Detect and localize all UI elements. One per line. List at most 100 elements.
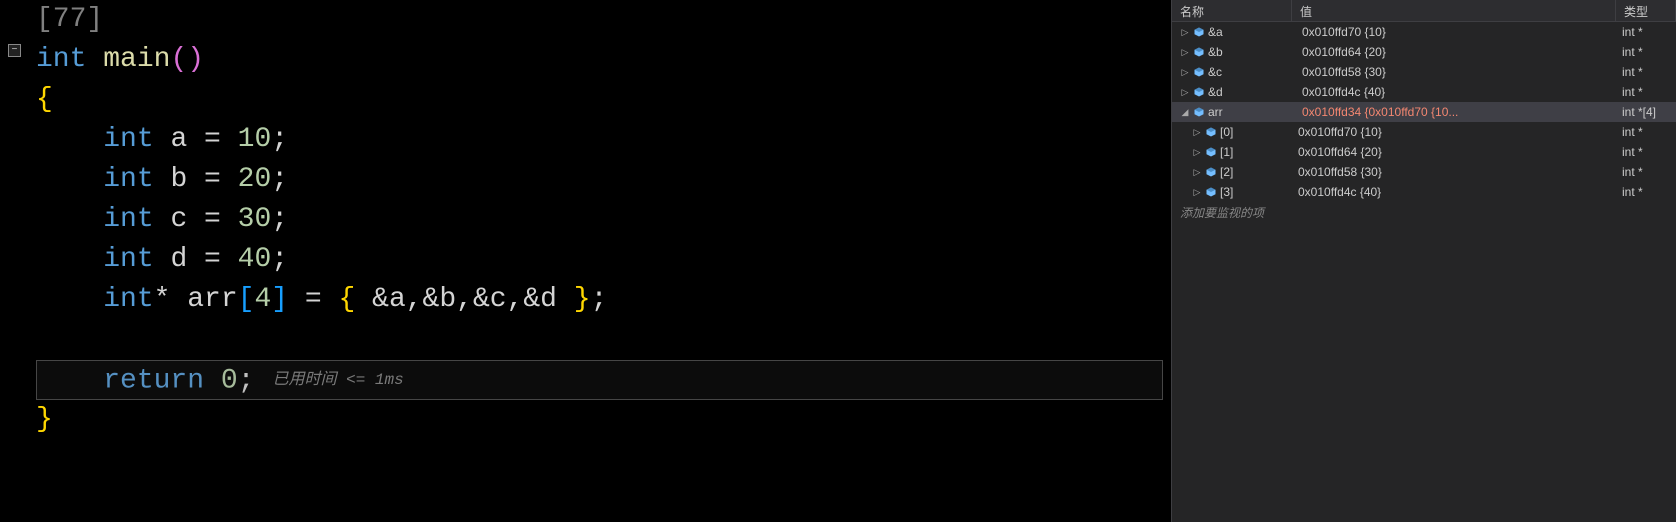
code-token: ; bbox=[591, 284, 608, 315]
watch-cell-value: 0x010ffd34 {0x010ffd70 {10... bbox=[1296, 105, 1616, 119]
code-token bbox=[86, 44, 103, 75]
watch-row[interactable]: ▷ [2] 0x010ffd58 {30}int * bbox=[1172, 162, 1676, 182]
expand-arrow-icon[interactable]: ▷ bbox=[1180, 27, 1190, 37]
code-token: c = bbox=[170, 204, 237, 235]
code-line[interactable]: int d = 40; bbox=[36, 240, 1163, 280]
watch-panel: 名称 值 类型 ▷&a0x010ffd70 {10}int *▷&b0x010f… bbox=[1171, 0, 1676, 522]
watch-cell-type: int *[4] bbox=[1616, 105, 1676, 119]
watch-cell-type: int * bbox=[1616, 165, 1676, 179]
code-token: int bbox=[103, 204, 153, 235]
watch-row[interactable]: ▷&d0x010ffd4c {40}int * bbox=[1172, 82, 1676, 102]
expand-arrow-icon[interactable]: ▷ bbox=[1192, 167, 1202, 177]
watch-var-name: &c bbox=[1208, 65, 1222, 79]
watch-cell-value: 0x010ffd64 {20} bbox=[1292, 145, 1616, 159]
code-token: 40 bbox=[238, 244, 272, 275]
code-line[interactable]: { bbox=[36, 80, 1163, 120]
code-token: a = bbox=[170, 124, 237, 155]
code-line[interactable]: int a = 10; bbox=[36, 120, 1163, 160]
watch-cell-value: 0x010ffd58 {30} bbox=[1296, 65, 1616, 79]
watch-row[interactable]: ◢ arr 0x010ffd34 {0x010ffd70 {10...int *[4… bbox=[1172, 102, 1676, 122]
code-line[interactable]: int b = 20; bbox=[36, 160, 1163, 200]
code-editor-pane[interactable]: − [77] int main(){ int a = 10; int b = 2… bbox=[0, 0, 1171, 522]
code-token: 30 bbox=[238, 204, 272, 235]
code-line[interactable]: int c = 30; bbox=[36, 200, 1163, 240]
code-token: ; bbox=[271, 204, 288, 235]
expand-arrow-icon[interactable]: ▷ bbox=[1192, 187, 1202, 197]
code-token: * bbox=[154, 284, 188, 315]
code-token: [ bbox=[238, 284, 255, 315]
watch-add-item[interactable]: 添加要监视的项 bbox=[1172, 202, 1676, 222]
editor-gutter: − bbox=[0, 0, 28, 522]
code-token bbox=[154, 164, 171, 195]
watch-var-name: [3] bbox=[1220, 185, 1233, 199]
watch-var-name: &b bbox=[1208, 45, 1223, 59]
watch-cell-name: ▷ &d bbox=[1176, 85, 1296, 99]
watch-cell-type: int * bbox=[1616, 145, 1676, 159]
code-token bbox=[36, 244, 103, 275]
expand-arrow-icon[interactable]: ▷ bbox=[1180, 47, 1190, 57]
variable-icon bbox=[1193, 26, 1205, 38]
watch-cell-value: 0x010ffd64 {20} bbox=[1296, 45, 1616, 59]
watch-header-type[interactable]: 类型 bbox=[1616, 0, 1676, 21]
code-token: ] bbox=[271, 284, 288, 315]
code-token: } bbox=[36, 404, 53, 435]
watch-cell-name: ▷ [2] bbox=[1172, 165, 1292, 179]
code-token bbox=[36, 124, 103, 155]
watch-header-row: 名称 值 类型 bbox=[1172, 0, 1676, 22]
expand-arrow-icon[interactable]: ▷ bbox=[1180, 87, 1190, 97]
expand-arrow-icon[interactable]: ▷ bbox=[1180, 67, 1190, 77]
watch-var-name: [2] bbox=[1220, 165, 1233, 179]
code-token: { bbox=[339, 284, 373, 315]
watch-row[interactable]: ▷ &b 0x010ffd64 {20}int * bbox=[1172, 42, 1676, 62]
watch-var-name: &a bbox=[1208, 25, 1223, 39]
watch-cell-type: int * bbox=[1616, 185, 1676, 199]
code-token: main bbox=[103, 44, 170, 75]
code-token: int bbox=[103, 124, 153, 155]
fold-toggle-icon[interactable]: − bbox=[8, 44, 21, 57]
expand-arrow-icon[interactable]: ▷ bbox=[1192, 147, 1202, 157]
variable-icon bbox=[1205, 166, 1217, 178]
variable-icon bbox=[1205, 126, 1217, 138]
code-token: &a,&b,&c,&d bbox=[372, 284, 574, 315]
watch-row[interactable]: ▷&a0x010ffd70 {10}int * bbox=[1172, 22, 1676, 42]
collapse-arrow-icon[interactable]: ◢ bbox=[1180, 107, 1190, 117]
code-token: 20 bbox=[238, 164, 272, 195]
variable-icon bbox=[1205, 146, 1217, 158]
code-line[interactable] bbox=[36, 320, 1163, 360]
watch-cell-value: 0x010ffd4c {40} bbox=[1292, 185, 1616, 199]
watch-row[interactable]: ▷[0]0x010ffd70 {10}int * bbox=[1172, 122, 1676, 142]
watch-header-name[interactable]: 名称 bbox=[1172, 0, 1292, 21]
watch-row[interactable]: ▷ [1] 0x010ffd64 {20}int * bbox=[1172, 142, 1676, 162]
watch-var-name: [1] bbox=[1220, 145, 1233, 159]
code-line-top: [77] bbox=[36, 0, 1163, 40]
watch-cell-name: ▷ [3] bbox=[1172, 185, 1292, 199]
code-line[interactable]: return 0;已用时间 <= 1ms bbox=[36, 360, 1163, 400]
watch-cell-type: int * bbox=[1616, 45, 1676, 59]
code-line[interactable]: int main() bbox=[36, 40, 1163, 80]
code-line[interactable]: } bbox=[36, 400, 1163, 440]
code-token: b = bbox=[170, 164, 237, 195]
code-token bbox=[36, 284, 103, 315]
watch-cell-name: ▷ [1] bbox=[1172, 145, 1292, 159]
variable-icon bbox=[1193, 66, 1205, 78]
code-area[interactable]: [77] int main(){ int a = 10; int b = 20;… bbox=[28, 0, 1171, 522]
code-line[interactable]: int* arr[4] = { &a,&b,&c,&d }; bbox=[36, 280, 1163, 320]
watch-cell-name: ▷ &c bbox=[1176, 65, 1296, 79]
watch-var-name: [0] bbox=[1220, 125, 1233, 139]
expand-arrow-icon[interactable]: ▷ bbox=[1192, 127, 1202, 137]
watch-row[interactable]: ▷&c0x010ffd58 {30}int * bbox=[1172, 62, 1676, 82]
watch-cell-name: ▷ [0] bbox=[1172, 125, 1292, 139]
watch-cell-name: ▷ &b bbox=[1176, 45, 1296, 59]
watch-header-value[interactable]: 值 bbox=[1292, 0, 1616, 21]
variable-icon bbox=[1193, 86, 1205, 98]
watch-row[interactable]: ▷ [3] 0x010ffd4c {40}int * bbox=[1172, 182, 1676, 202]
code-token bbox=[154, 124, 171, 155]
variable-icon bbox=[1193, 46, 1205, 58]
watch-cell-value: 0x010ffd58 {30} bbox=[1292, 165, 1616, 179]
timing-hint: 已用时间 <= 1ms bbox=[272, 371, 403, 389]
watch-var-name: arr bbox=[1208, 105, 1223, 119]
code-token: int bbox=[103, 244, 153, 275]
code-token: 4 bbox=[254, 284, 271, 315]
watch-cell-value: 0x010ffd70 {10} bbox=[1292, 125, 1616, 139]
watch-var-name: &d bbox=[1208, 85, 1223, 99]
